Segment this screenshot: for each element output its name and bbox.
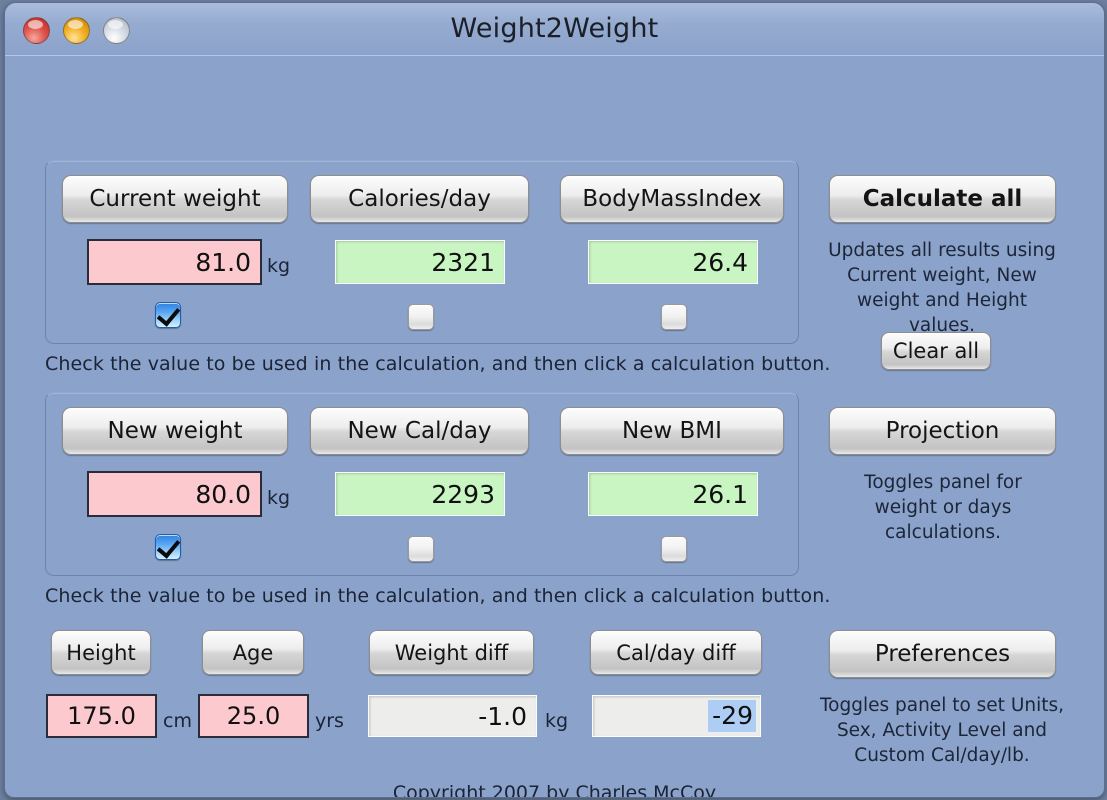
age-field[interactable]: 25.0 [198, 694, 309, 738]
window-title: Weight2Weight [450, 13, 659, 44]
window-content: Current weight 81.0 kg Calories/day 2321… [5, 56, 1104, 798]
clear-all-button[interactable]: Clear all [881, 332, 991, 370]
new-bmi-checkbox[interactable] [661, 536, 687, 562]
current-weight-field[interactable]: 81.0 [87, 239, 262, 285]
height-unit: cm [163, 710, 192, 732]
new-weight-field[interactable]: 80.0 [87, 471, 262, 517]
current-panel-hint: Check the value to be used in the calcul… [45, 353, 831, 375]
new-cal-day-field[interactable]: 2293 [335, 472, 505, 516]
window-titlebar[interactable]: Weight2Weight [5, 3, 1104, 56]
cal-day-diff-button[interactable]: Cal/day diff [590, 630, 762, 675]
new-weight-button[interactable]: New weight [62, 407, 288, 455]
new-weight-checkbox[interactable] [155, 534, 181, 560]
cal-day-diff-value: -29 [708, 700, 756, 732]
current-weight-unit: kg [267, 255, 291, 277]
copyright-text: Copyright 2007 by Charles McCoy [392, 782, 717, 798]
weight-diff-unit: kg [545, 710, 569, 732]
new-panel-hint: Check the value to be used in the calcul… [45, 585, 831, 607]
body-mass-index-button[interactable]: BodyMassIndex [560, 175, 784, 223]
projection-button[interactable]: Projection [829, 407, 1056, 455]
calories-day-button[interactable]: Calories/day [310, 175, 529, 223]
age-button[interactable]: Age [202, 630, 304, 675]
preferences-button[interactable]: Preferences [829, 630, 1056, 678]
current-weight-checkbox[interactable] [155, 302, 181, 328]
height-field[interactable]: 175.0 [46, 694, 157, 738]
new-bmi-button[interactable]: New BMI [560, 407, 784, 455]
weight-diff-field[interactable]: -1.0 [368, 695, 537, 737]
calculate-all-button[interactable]: Calculate all [829, 175, 1056, 223]
calories-day-field[interactable]: 2321 [335, 240, 505, 284]
current-weight-button[interactable]: Current weight [62, 175, 288, 223]
new-cal-day-button[interactable]: New Cal/day [310, 407, 529, 455]
calculate-all-help: Updates all results using Current weight… [828, 240, 1056, 336]
height-button[interactable]: Height [51, 630, 151, 675]
new-weight-unit: kg [267, 487, 291, 509]
projection-help: Toggles panel for weight or days calcula… [864, 472, 1022, 543]
preferences-help: Toggles panel to set Units, Sex, Activit… [820, 695, 1064, 766]
new-cal-day-checkbox[interactable] [408, 536, 434, 562]
app-window: Weight2Weight Current weight 81.0 kg Cal… [4, 2, 1105, 798]
new-bmi-field[interactable]: 26.1 [588, 472, 758, 516]
body-mass-index-field[interactable]: 26.4 [588, 240, 758, 284]
age-unit: yrs [315, 710, 344, 732]
body-mass-index-checkbox[interactable] [661, 304, 687, 330]
cal-day-diff-field[interactable]: -29 [592, 695, 761, 737]
calories-day-checkbox[interactable] [408, 304, 434, 330]
weight-diff-button[interactable]: Weight diff [369, 630, 534, 675]
